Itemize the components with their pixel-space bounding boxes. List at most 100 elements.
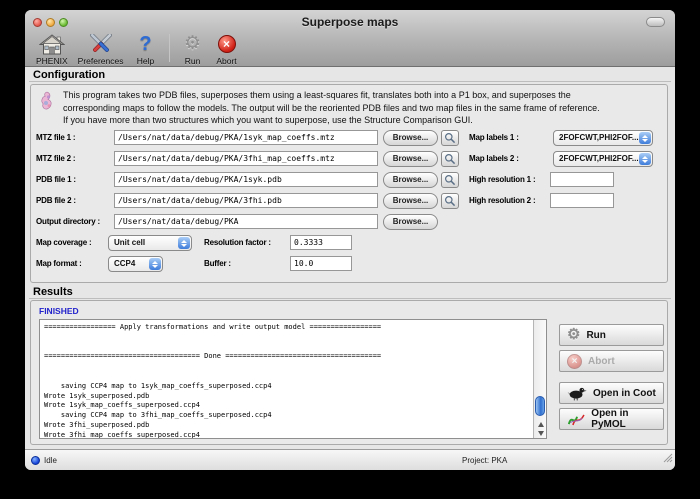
- open-in-pymol-label: Open in PyMOL: [591, 408, 663, 430]
- project-label: Project: PKA: [462, 456, 507, 465]
- idle-status-dot-icon: [31, 456, 40, 465]
- console-output-text: ================= Apply transformations …: [40, 320, 546, 439]
- molecule-thumbnail-icon: [39, 90, 55, 117]
- abort-button-label: Abort: [588, 356, 615, 367]
- log-console[interactable]: ================= Apply transformations …: [39, 319, 547, 439]
- abort-x-icon: ×: [218, 35, 236, 53]
- pdb-file-2-inspect-button[interactable]: [441, 193, 459, 209]
- stepper-arrows-icon: [178, 237, 190, 249]
- run-button-label: Run: [586, 330, 605, 341]
- high-resolution-1-input[interactable]: [550, 172, 614, 187]
- phenix-home-icon: [36, 33, 68, 55]
- status-state-text: Idle: [44, 456, 57, 465]
- map-format-value: CCP4: [114, 259, 135, 268]
- window-title: Superpose maps: [25, 15, 675, 29]
- map-coverage-label: Map coverage :: [36, 235, 91, 250]
- map-coverage-value: Unit cell: [114, 238, 145, 247]
- program-description: This program takes two PDB files, superp…: [63, 89, 600, 127]
- map-labels-1-value: 2FOFCWT,PHI2FOF...: [559, 133, 639, 142]
- magnifier-icon: [444, 174, 456, 186]
- toolbar: PHENIX Preferences: [31, 33, 244, 66]
- toolbar-help-button[interactable]: ? Help: [129, 33, 163, 66]
- mtz-file-1-browse-button[interactable]: Browse...: [383, 130, 438, 146]
- stepper-arrows-icon: [639, 132, 651, 144]
- pdb-file-1-inspect-button[interactable]: [441, 172, 459, 188]
- toolbar-divider: [169, 34, 170, 62]
- toolbar-run-button[interactable]: ⚙ Run: [176, 33, 210, 66]
- resolution-factor-input[interactable]: [290, 235, 352, 250]
- toolbar-toggle-button[interactable]: [646, 17, 665, 27]
- map-labels-1-label: Map labels 1 :: [469, 130, 519, 145]
- buffer-input[interactable]: [290, 256, 352, 271]
- pdb-file-1-browse-button[interactable]: Browse...: [383, 172, 438, 188]
- map-labels-1-select[interactable]: 2FOFCWT,PHI2FOF...: [553, 130, 653, 146]
- scrollbar-thumb[interactable]: [535, 396, 545, 416]
- map-coverage-select[interactable]: Unit cell: [108, 235, 192, 251]
- run-gear-icon: ⚙: [567, 325, 580, 345]
- results-header: Results: [33, 286, 73, 298]
- superpose-maps-window: Superpose maps PHENIX: [25, 10, 675, 470]
- output-directory-label: Output directory :: [36, 214, 100, 229]
- open-in-pymol-button[interactable]: Open in PyMOL: [559, 408, 664, 430]
- output-directory-input[interactable]: [114, 214, 378, 229]
- status-bar: Idle Project: PKA: [25, 449, 675, 470]
- toolbar-phenix-label: PHENIX: [36, 56, 68, 66]
- status-finished-label: FINISHED: [39, 306, 79, 316]
- high-resolution-2-label: High resolution 2 :: [469, 193, 535, 208]
- open-in-coot-button[interactable]: Open in Coot: [559, 382, 664, 404]
- results-rule: [29, 298, 671, 299]
- stepper-arrows-icon: [639, 153, 651, 165]
- toolbar-preferences-label: Preferences: [78, 56, 124, 66]
- mtz-file-1-input[interactable]: [114, 130, 378, 145]
- mtz-file-1-label: MTZ file 1 :: [36, 130, 75, 145]
- mtz-file-2-label: MTZ file 2 :: [36, 151, 75, 166]
- pdb-file-1-input[interactable]: [114, 172, 378, 187]
- pdb-file-2-browse-button[interactable]: Browse...: [383, 193, 438, 209]
- run-gear-icon: ⚙: [184, 34, 201, 54]
- window-chrome: Superpose maps PHENIX: [25, 10, 675, 67]
- magnifier-icon: [444, 132, 456, 144]
- magnifier-icon: [444, 153, 456, 165]
- preferences-tools-icon: [78, 33, 124, 55]
- toolbar-preferences-button[interactable]: Preferences: [73, 33, 129, 66]
- map-labels-2-value: 2FOFCWT,PHI2FOF...: [559, 154, 639, 163]
- toolbar-help-label: Help: [134, 56, 158, 66]
- toolbar-abort-button[interactable]: × Abort: [210, 33, 244, 66]
- resize-grip[interactable]: [662, 450, 673, 468]
- mtz-file-2-input[interactable]: [114, 151, 378, 166]
- stepper-arrows-icon: [149, 258, 161, 270]
- mtz-file-1-inspect-button[interactable]: [441, 130, 459, 146]
- map-format-label: Map format :: [36, 256, 82, 271]
- open-in-coot-label: Open in Coot: [593, 388, 656, 399]
- map-format-select[interactable]: CCP4: [108, 256, 163, 272]
- toolbar-abort-label: Abort: [215, 56, 239, 66]
- abort-x-icon: ×: [567, 354, 582, 369]
- coot-bird-icon: [567, 386, 587, 401]
- high-resolution-1-label: High resolution 1 :: [469, 172, 535, 187]
- mtz-file-2-inspect-button[interactable]: [441, 151, 459, 167]
- scroll-down-arrow-icon[interactable]: [538, 431, 544, 436]
- main-content: Configuration This program takes two PDB…: [25, 67, 675, 449]
- buffer-label: Buffer :: [204, 256, 231, 271]
- pdb-file-1-label: PDB file 1 :: [36, 172, 76, 187]
- output-directory-browse-button[interactable]: Browse...: [383, 214, 438, 230]
- configuration-header: Configuration: [33, 69, 105, 81]
- pdb-file-2-input[interactable]: [114, 193, 378, 208]
- pdb-file-2-label: PDB file 2 :: [36, 193, 76, 208]
- high-resolution-2-input[interactable]: [550, 193, 614, 208]
- mtz-file-2-browse-button[interactable]: Browse...: [383, 151, 438, 167]
- title-bar[interactable]: Superpose maps: [25, 10, 675, 32]
- run-button[interactable]: ⚙ Run: [559, 324, 664, 346]
- map-labels-2-select[interactable]: 2FOFCWT,PHI2FOF...: [553, 151, 653, 167]
- configuration-rule: [29, 81, 671, 82]
- scroll-up-arrow-icon[interactable]: [538, 422, 544, 427]
- toolbar-phenix-button[interactable]: PHENIX: [31, 33, 73, 66]
- results-groupbox: FINISHED ================= Apply transfo…: [30, 300, 668, 445]
- configuration-groupbox: This program takes two PDB files, superp…: [30, 84, 668, 283]
- help-question-icon: ?: [139, 33, 151, 56]
- console-scrollbar[interactable]: [533, 320, 546, 438]
- resolution-factor-label: Resolution factor :: [204, 235, 271, 250]
- pymol-molecule-icon: [567, 412, 585, 427]
- toolbar-run-label: Run: [181, 56, 205, 66]
- abort-button[interactable]: × Abort: [559, 350, 664, 372]
